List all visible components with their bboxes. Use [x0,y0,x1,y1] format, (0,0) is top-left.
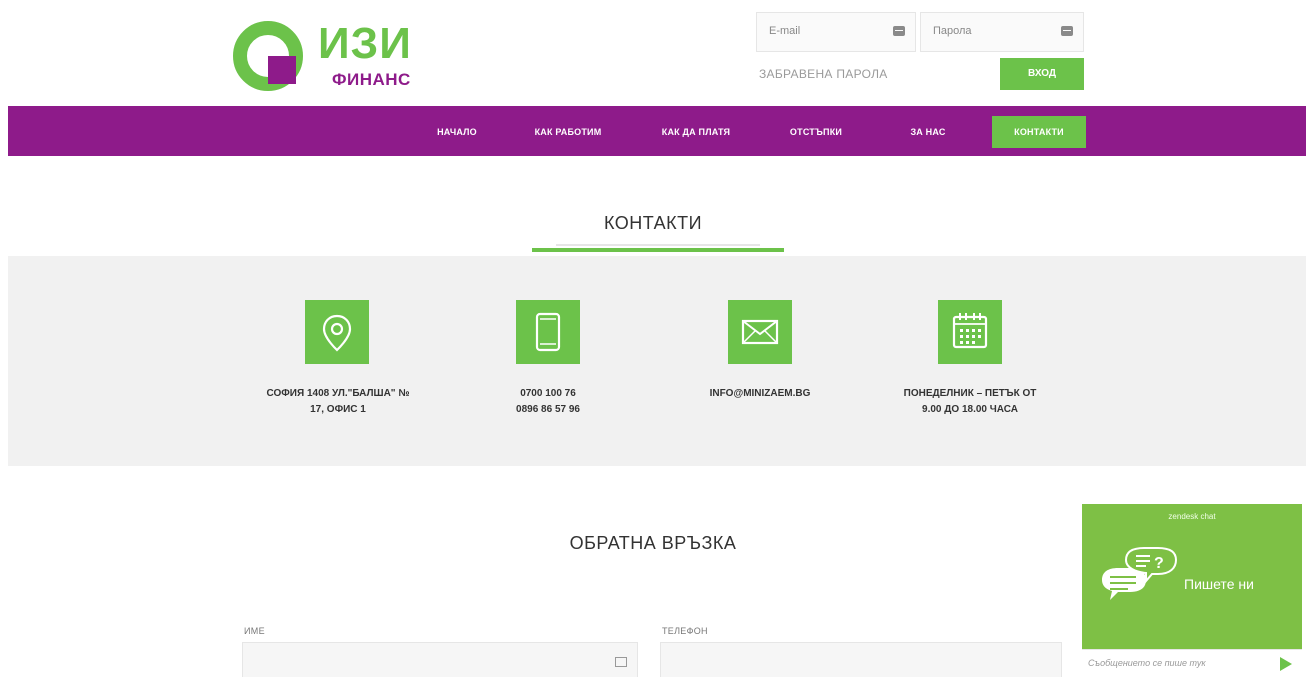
nav-item-about[interactable]: ЗА НАС [898,116,958,148]
title-underline-shadow [556,244,760,246]
logo[interactable]: ИЗИ ФИНАНС [232,16,442,96]
email-placeholder: E-mail [769,25,801,37]
address-line1: СОФИЯ 1408 УЛ."БАЛША" № [266,388,410,399]
logo-name: ИЗИ [318,19,412,68]
chat-widget[interactable]: zendesk chat ? Пишете ни Съобщението се … [1082,504,1302,677]
nav-item-discounts[interactable]: ОТСТЪПКИ [776,116,856,148]
nav-item-how-to-pay[interactable]: КАК ДА ПЛАТЯ [644,116,748,148]
logo-subtitle: ФИНАНС [332,70,411,89]
password-field[interactable]: Парола [920,12,1084,52]
nav-item-contacts[interactable]: КОНТАКТИ [992,116,1086,148]
phone-text: 0700 100 76 0896 86 57 96 [438,386,658,418]
chat-message-input[interactable]: Съобщението се пише тук [1082,649,1302,677]
nav-item-home[interactable]: НАЧАЛО [420,116,494,148]
title-underline [532,248,784,252]
login-button[interactable]: ВХОД [1000,58,1084,90]
nav-item-how-we-work[interactable]: КАК РАБОТИМ [518,116,618,148]
site-header: ИЗИ ФИНАНС E-mail Парола ЗАБРАВЕНА ПАРОЛ… [0,0,1306,106]
name-label: ИМЕ [244,626,265,636]
main-nav: НАЧАЛО КАК РАБОТИМ КАК ДА ПЛАТЯ ОТСТЪПКИ… [8,106,1306,156]
forgot-password-link[interactable]: ЗАБРАВЕНА ПАРОЛА [759,67,888,81]
phone-line1[interactable]: 0700 100 76 [438,386,658,402]
send-arrow-icon[interactable] [1280,657,1292,671]
password-placeholder: Парола [933,25,972,37]
card-icon [893,26,905,36]
email-link[interactable]: INFO@MINIZAEM.BG [650,386,870,402]
address-text: СОФИЯ 1408 УЛ."БАЛША" № 17, ОФИС 1 [228,386,448,418]
envelope-icon [728,300,792,364]
chat-bubbles-icon: ? [1102,547,1178,600]
contacts-title: КОНТАКТИ [603,213,703,233]
login-form: E-mail Парола ЗАБРАВЕНА ПАРОЛА ВХОД [756,12,1086,102]
logo-mark-icon [233,21,303,91]
phone-label: ТЕЛЕФОН [662,626,708,636]
email-text: INFO@MINIZAEM.BG [650,386,870,402]
chat-cta-label: Пишете ни [1184,576,1254,592]
address-line2: 17, ОФИС 1 [310,404,366,415]
chat-widget-brand: zendesk chat [1168,512,1216,521]
contact-info-band [8,256,1306,466]
name-input[interactable] [242,642,638,677]
hours-text: ПОНЕДЕЛНИК – ПЕТЪК ОТ 9.00 ДО 18.00 ЧАСА [860,386,1080,418]
tablet-icon [516,300,580,364]
svg-text:?: ? [1154,555,1164,572]
chat-input-placeholder: Съобщението се пише тук [1088,658,1206,668]
calendar-icon [938,300,1002,364]
contact-card-icon [615,657,627,667]
card-icon [1061,26,1073,36]
email-field[interactable]: E-mail [756,12,916,52]
map-pin-icon [305,300,369,364]
phone-line2[interactable]: 0896 86 57 96 [438,402,658,418]
hours-line1: ПОНЕДЕЛНИК – ПЕТЪК ОТ [903,388,1037,399]
phone-input[interactable] [660,642,1062,677]
hours-line2: 9.00 ДО 18.00 ЧАСА [922,404,1018,415]
